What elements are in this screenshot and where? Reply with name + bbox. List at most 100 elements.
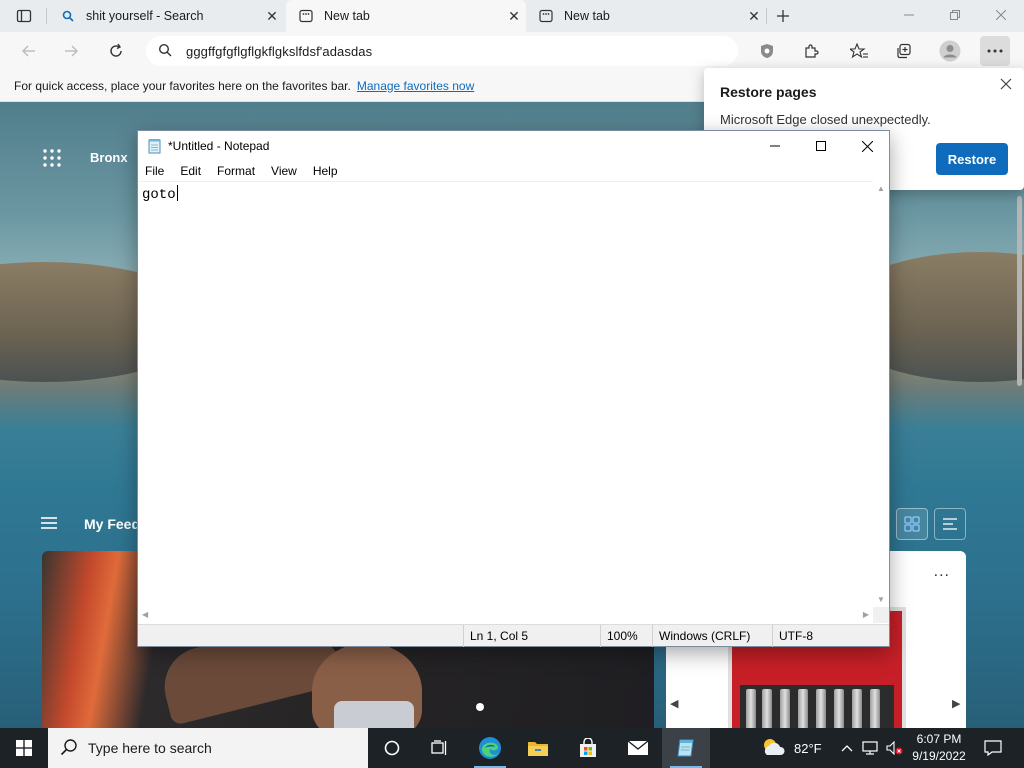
- person-shirt-shape: [334, 701, 414, 728]
- windows-taskbar: Type here to search 82°F 6:07 PM 9/19/20…: [0, 728, 1024, 768]
- scroll-right-icon[interactable]: ▶: [863, 610, 869, 619]
- file-explorer-icon[interactable]: [514, 728, 562, 768]
- scroll-down-icon[interactable]: ▼: [877, 595, 885, 604]
- list-view-icon[interactable]: [934, 508, 966, 540]
- menu-help[interactable]: Help: [313, 164, 338, 178]
- notepad-title: *Untitled - Notepad: [168, 139, 270, 153]
- notepad-status-bar: Ln 1, Col 5 100% Windows (CRLF) UTF-8: [138, 624, 889, 647]
- volume-muted-icon[interactable]: [884, 728, 906, 768]
- tab-title: shit yourself - Search: [86, 9, 204, 23]
- product-tool-shape: [798, 689, 808, 728]
- close-window-icon[interactable]: [978, 0, 1024, 30]
- cortana-icon[interactable]: [368, 728, 416, 768]
- action-center-icon[interactable]: [978, 728, 1008, 768]
- collections-icon[interactable]: [889, 36, 919, 66]
- notepad-text-line: goto: [142, 185, 178, 203]
- status-zoom: 100%: [600, 625, 652, 647]
- profile-avatar-icon[interactable]: [935, 36, 965, 66]
- maximize-icon[interactable]: [798, 131, 844, 161]
- menu-edit[interactable]: Edit: [180, 164, 201, 178]
- notepad-content: goto: [142, 187, 176, 203]
- card-more-icon[interactable]: ...: [934, 563, 950, 581]
- apps-launcher-icon[interactable]: [42, 148, 62, 168]
- scroll-up-icon[interactable]: ▲: [877, 184, 885, 193]
- manage-favorites-link[interactable]: Manage favorites now: [357, 79, 474, 93]
- minimize-icon[interactable]: [752, 131, 798, 161]
- newtab-icon: [538, 8, 554, 24]
- search-icon: [60, 738, 78, 759]
- tab-actions-menu-icon[interactable]: [10, 4, 38, 28]
- tab-close-icon[interactable]: ✕: [502, 4, 526, 28]
- back-icon[interactable]: [14, 36, 44, 66]
- tab-title: New tab: [564, 9, 610, 23]
- network-icon[interactable]: [860, 728, 882, 768]
- status-cursor-position: Ln 1, Col 5: [463, 625, 600, 647]
- refresh-icon[interactable]: [101, 36, 131, 66]
- menu-view[interactable]: View: [271, 164, 297, 178]
- microsoft-store-icon[interactable]: [564, 728, 612, 768]
- product-tool-shape: [870, 689, 880, 728]
- forward-icon[interactable]: [56, 36, 86, 66]
- product-tool-shape: [852, 689, 862, 728]
- status-encoding: UTF-8: [772, 625, 889, 647]
- restore-window-icon[interactable]: [932, 0, 978, 30]
- system-clock[interactable]: 6:07 PM 9/19/2022: [906, 731, 972, 765]
- carousel-prev-icon[interactable]: ◀: [670, 697, 678, 710]
- vertical-scrollbar[interactable]: ▲ ▼: [873, 181, 889, 607]
- product-tool-shape: [762, 689, 772, 728]
- address-text[interactable]: gggffgfgflgflgkflgkslfdsf'adasdas: [186, 44, 372, 59]
- partly-cloudy-icon: [760, 737, 786, 760]
- close-window-icon[interactable]: [844, 131, 890, 161]
- notepad-text-area[interactable]: goto: [138, 181, 873, 607]
- feed-menu-icon[interactable]: [40, 516, 58, 533]
- tab-new-tab-active[interactable]: New tab ✕: [286, 0, 526, 32]
- tab-new-tab[interactable]: New tab ✕: [526, 0, 766, 32]
- restore-popup-title: Restore pages: [720, 84, 817, 100]
- mail-icon[interactable]: [614, 728, 662, 768]
- tab-separator: [46, 8, 47, 24]
- show-hidden-icons-chevron-up-icon[interactable]: [836, 728, 858, 768]
- product-tool-shape: [746, 689, 756, 728]
- product-image-tray: [740, 685, 894, 728]
- clock-date: 9/19/2022: [912, 749, 966, 763]
- settings-more-icon[interactable]: [980, 36, 1010, 66]
- grid-view-icon[interactable]: [896, 508, 928, 540]
- feed-title[interactable]: My Feed: [84, 516, 140, 532]
- tab-search[interactable]: shit yourself - Search ✕: [48, 0, 284, 32]
- favorites-bar-message: For quick access, place your favorites h…: [14, 78, 351, 93]
- menu-file[interactable]: File: [145, 164, 164, 178]
- restore-button[interactable]: Restore: [936, 143, 1008, 175]
- task-view-icon[interactable]: [416, 728, 464, 768]
- start-button[interactable]: [0, 728, 48, 768]
- tab-title: New tab: [324, 9, 370, 23]
- new-tab-button[interactable]: [769, 4, 797, 28]
- edge-app-icon[interactable]: [466, 728, 514, 768]
- menu-format[interactable]: Format: [217, 164, 255, 178]
- address-bar[interactable]: gggffgfgflgflgkflgkslfdsf'adasdas: [146, 36, 738, 66]
- weather-location[interactable]: Bronx: [90, 150, 128, 165]
- notepad-title-bar[interactable]: *Untitled - Notepad: [138, 131, 889, 161]
- taskbar-search-placeholder: Type here to search: [88, 740, 212, 756]
- taskbar-search-box[interactable]: Type here to search: [48, 728, 368, 768]
- close-icon[interactable]: [996, 74, 1016, 94]
- weather-temperature: 82°F: [794, 740, 822, 756]
- scroll-left-icon[interactable]: ◀: [142, 610, 148, 619]
- horizontal-scrollbar[interactable]: ◀ ▶: [138, 607, 873, 623]
- tab-close-icon[interactable]: ✕: [260, 4, 284, 28]
- browser-tab-bar: shit yourself - Search ✕ New tab ✕ New t…: [0, 0, 1024, 32]
- clock-time: 6:07 PM: [916, 732, 962, 746]
- tracking-prevention-icon[interactable]: [752, 36, 782, 66]
- minimize-icon[interactable]: [886, 0, 932, 30]
- extensions-icon[interactable]: [796, 36, 826, 66]
- newtab-icon: [298, 8, 314, 24]
- page-scrollbar[interactable]: [1014, 186, 1024, 728]
- tab-close-icon[interactable]: ✕: [742, 4, 766, 28]
- favorites-icon[interactable]: [844, 36, 874, 66]
- carousel-next-icon[interactable]: ▶: [952, 697, 960, 710]
- weather-widget[interactable]: 82°F: [760, 728, 822, 768]
- notepad-app-icon[interactable]: [662, 728, 710, 768]
- product-tool-shape: [816, 689, 826, 728]
- tab-separator: [766, 8, 767, 24]
- carousel-dot: [476, 703, 484, 711]
- page-scrollbar-thumb[interactable]: [1017, 196, 1022, 386]
